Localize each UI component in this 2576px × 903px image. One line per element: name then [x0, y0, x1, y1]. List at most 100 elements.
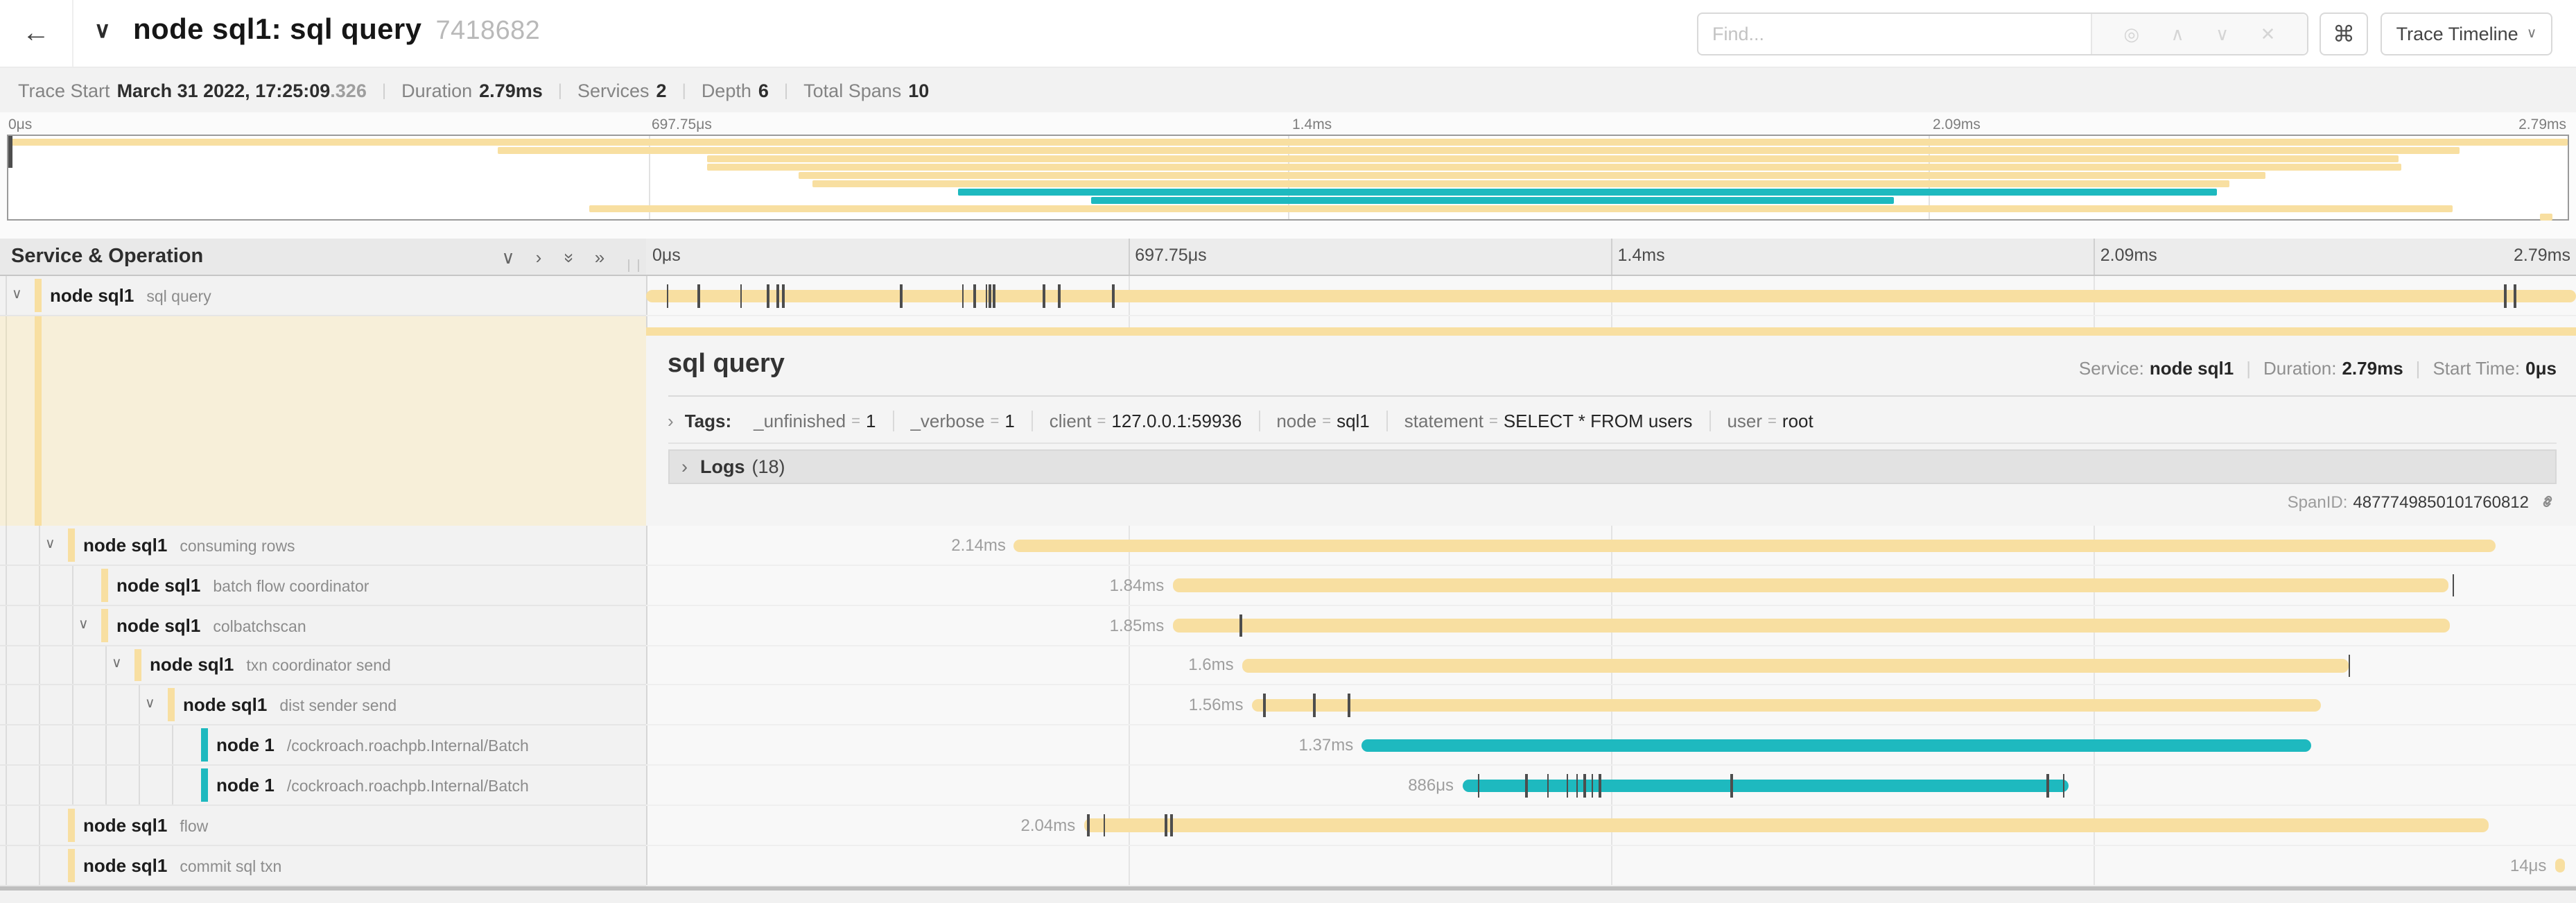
- span-row-timeline-cell[interactable]: 1.85ms: [645, 605, 2576, 646]
- operation-name: /cockroach.roachpb.Internal/Batch: [287, 739, 529, 755]
- tag-key: user: [1727, 411, 1762, 431]
- span-detail-meta: Service:node sql1|Duration:2.79ms|Start …: [2079, 357, 2557, 378]
- span-duration-label: 2.14ms: [951, 526, 1006, 565]
- service-name: node sql1dist sender send: [183, 695, 397, 716]
- span-bar[interactable]: [1361, 739, 2311, 752]
- span-row-timeline-cell[interactable]: 1.37ms: [645, 726, 2576, 766]
- collapse-all-chevron-down-icon[interactable]: ∨: [499, 247, 517, 269]
- tree-chevron-down-icon[interactable]: ∨: [45, 537, 55, 552]
- tree-chevron-down-icon[interactable]: ∨: [12, 287, 22, 302]
- tree-chevron-down-icon[interactable]: ∨: [145, 697, 155, 712]
- logs-count: (18): [752, 456, 785, 476]
- log-marker-tick: [783, 284, 785, 307]
- column-resize-handle[interactable]: [628, 259, 639, 272]
- minimap-canvas[interactable]: [7, 135, 2569, 221]
- minimap-tick-label: 0μs: [8, 117, 32, 133]
- span-bar[interactable]: [645, 289, 2576, 302]
- find-controls: ◎ ∧ ∨ ✕: [2091, 14, 2307, 54]
- prev-result-icon[interactable]: ∧: [2171, 23, 2184, 45]
- ruler-tick-label: 2.09ms: [2100, 246, 2157, 265]
- span-row-name-cell[interactable]: ∨ node sql1dist sender send: [0, 686, 645, 726]
- expand-one-chevron-right-icon[interactable]: ›: [530, 247, 548, 269]
- minimap-tick-label: 1.4ms: [1292, 117, 1332, 133]
- view-dropdown-label: Trace Timeline: [2396, 24, 2518, 44]
- keyboard-shortcuts-button[interactable]: ⌘: [2320, 12, 2368, 55]
- log-marker-tick: [667, 284, 669, 307]
- clear-search-icon[interactable]: ✕: [2261, 23, 2276, 45]
- span-row-name-cell[interactable]: ∨node sql1colbatchscan: [0, 605, 645, 646]
- minimap-tick-labels: 0μs697.75μs1.4ms2.09ms2.79ms: [7, 117, 2569, 135]
- service-name: node sql1sql query: [50, 285, 211, 306]
- view-dropdown-button[interactable]: Trace Timeline ∨: [2381, 12, 2552, 55]
- timeline-ruler: 0μs697.75μs1.4ms2.09ms2.79ms: [645, 239, 2576, 275]
- next-result-icon[interactable]: ∨: [2216, 23, 2229, 45]
- span-row-name-cell[interactable]: ∨node sql1consuming rows: [0, 526, 645, 566]
- span-color-accent: [67, 528, 75, 562]
- double-chevron-right-icon[interactable]: »: [591, 247, 609, 269]
- indent-guide: [5, 806, 6, 845]
- span-bar[interactable]: [1462, 779, 2068, 792]
- span-row-timeline-cell[interactable]: 1.6ms: [645, 646, 2576, 686]
- span-bar[interactable]: [1242, 659, 2349, 672]
- span-detail-body: sql query Service:node sql1|Duration:2.7…: [645, 335, 2576, 526]
- double-chevron-down-icon[interactable]: »: [558, 249, 580, 267]
- span-bar[interactable]: [2555, 859, 2564, 872]
- span-color-accent: [67, 849, 75, 882]
- span-row-timeline-cell[interactable]: 1.84ms: [645, 566, 2576, 606]
- tag-value: 1: [866, 411, 876, 431]
- tree-chevron-down-icon[interactable]: ∨: [78, 617, 89, 632]
- span-bar[interactable]: [1251, 699, 2321, 712]
- indent-guide: [38, 726, 40, 765]
- summary-separator: |: [382, 80, 386, 100]
- logs-accordion[interactable]: › Logs (18): [668, 449, 2557, 483]
- operation-name: dist sender send: [279, 699, 397, 716]
- bottom-gutter: [0, 891, 2576, 903]
- indent-guide: [38, 526, 40, 565]
- span-bar[interactable]: [1014, 539, 2495, 552]
- span-row-name-cell[interactable]: node sql1batch flow coordinator: [0, 566, 645, 606]
- span-row-timeline-cell[interactable]: [645, 276, 2576, 316]
- span-row-timeline-cell[interactable]: 2.04ms: [645, 806, 2576, 846]
- span-row-name-cell[interactable]: node 1/cockroach.roachpb.Internal/Batch: [0, 766, 645, 806]
- tree-chevron-down-icon[interactable]: ∨: [112, 657, 122, 672]
- tags-accordion[interactable]: › Tags: _unfinished=1_verbose=1client=12…: [668, 400, 2557, 443]
- span-row-timeline-cell[interactable]: 14μs: [645, 846, 2576, 886]
- minimap-span-bar: [812, 180, 2229, 187]
- span-row-name-cell[interactable]: node sql1flow: [0, 806, 645, 846]
- span-row-timeline-cell[interactable]: 886μs: [645, 766, 2576, 806]
- minimap-scrubber-handle[interactable]: [8, 136, 12, 168]
- log-marker-tick: [1314, 694, 1316, 717]
- operation-name: sql query: [146, 289, 211, 306]
- span-row-timeline-cell[interactable]: 1.56ms: [645, 686, 2576, 726]
- ruler-gridline: [1611, 239, 1612, 275]
- span-id-row: SpanID: 4877749850101760812: [2288, 492, 2557, 511]
- span-row-name-cell[interactable]: node 1/cockroach.roachpb.Internal/Batch: [0, 726, 645, 766]
- indent-guide: [5, 526, 6, 565]
- span-row-name-cell[interactable]: ∨ node sql1sql query: [0, 276, 645, 316]
- indent-guide: [5, 766, 6, 805]
- title-chevron-down-icon[interactable]: ∨: [94, 17, 110, 44]
- span-duration-label: 1.84ms: [1110, 566, 1165, 605]
- span-row-timeline-cell[interactable]: 2.14ms: [645, 526, 2576, 566]
- log-marker-tick: [962, 284, 964, 307]
- span-row-name-cell[interactable]: node sql1commit sql txn: [0, 846, 645, 886]
- service-operation-header: Service & Operation ∨ › » »: [0, 239, 645, 275]
- indent-guide: [5, 726, 6, 765]
- link-icon[interactable]: [2539, 492, 2557, 510]
- span-bar[interactable]: [1172, 619, 2451, 632]
- span-row-name-cell[interactable]: ∨node sql1txn coordinator send: [0, 646, 645, 686]
- find-input[interactable]: [1698, 14, 2091, 54]
- service-name: node 1/cockroach.roachpb.Internal/Batch: [216, 734, 529, 755]
- back-button[interactable]: ←: [0, 0, 73, 67]
- indent-guide: [38, 686, 40, 725]
- collapse-controls: ∨ › » »: [499, 247, 609, 269]
- locate-icon[interactable]: ◎: [2123, 23, 2139, 45]
- dropdown-chevron-icon: ∨: [2527, 26, 2537, 42]
- span-bar[interactable]: [1172, 579, 2448, 592]
- service-name: node sql1batch flow coordinator: [116, 575, 369, 596]
- tag-item: _unfinished=1: [737, 411, 892, 431]
- tags-chevron-right-icon: ›: [668, 411, 674, 431]
- span-bar[interactable]: [1084, 819, 2489, 832]
- log-marker-tick: [740, 284, 742, 307]
- tags-label: Tags:: [685, 411, 731, 431]
